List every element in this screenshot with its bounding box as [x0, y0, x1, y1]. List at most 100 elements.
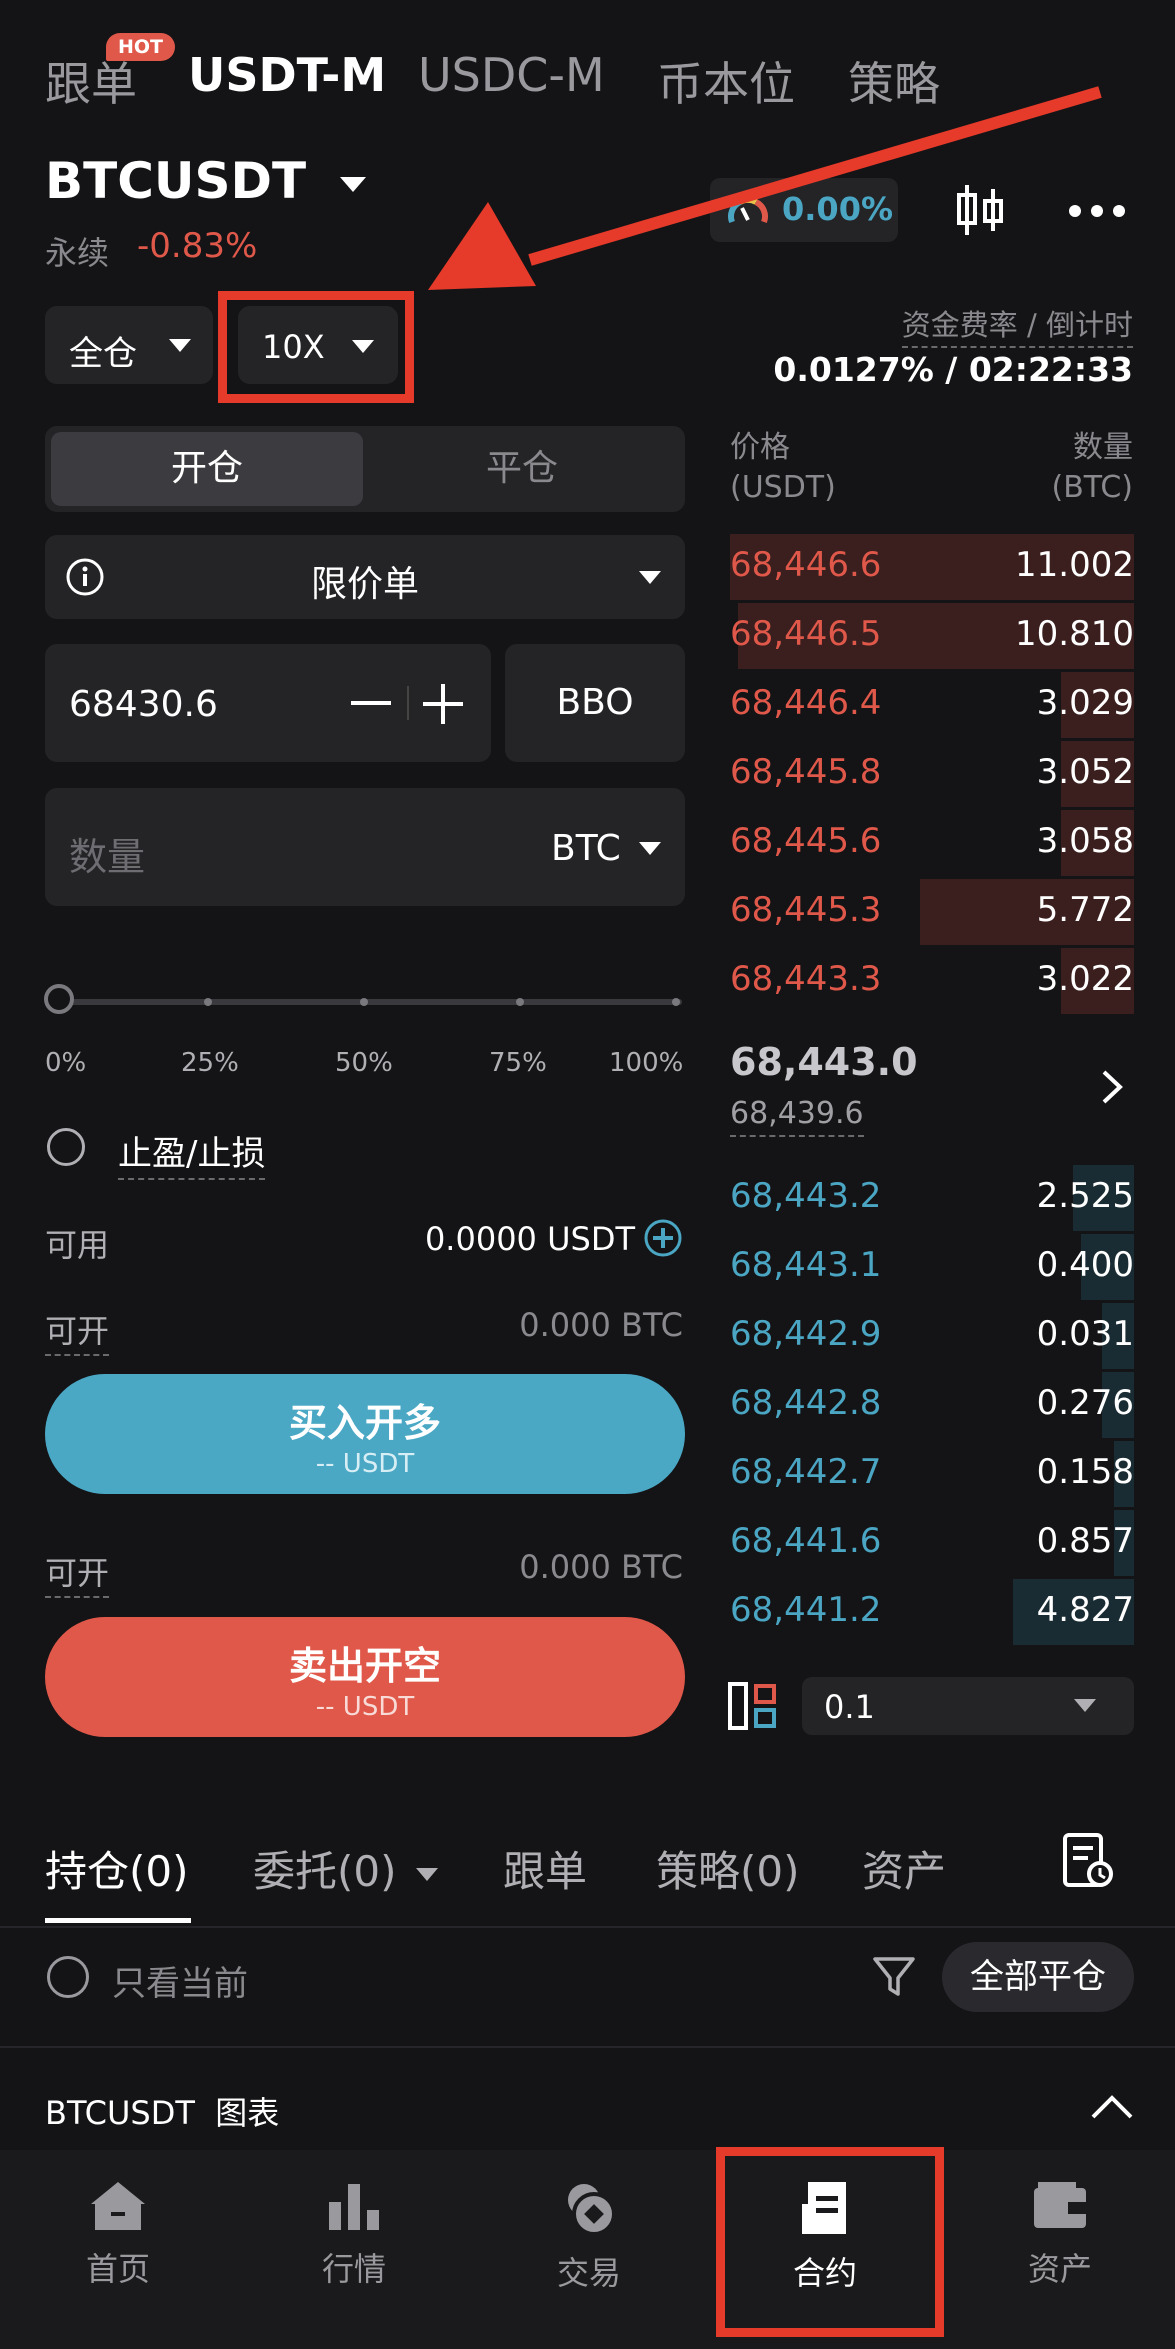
- bbo-button[interactable]: BBO: [505, 644, 685, 762]
- tab-open[interactable]: 开仓: [51, 432, 363, 506]
- minus-icon[interactable]: [351, 701, 391, 705]
- buy-long-button[interactable]: 买入开多 -- USDT: [45, 1374, 685, 1494]
- slider-mark-25[interactable]: 25%: [181, 1048, 239, 1078]
- active-tab-indicator: [45, 1918, 191, 1923]
- chart-link[interactable]: BTCUSDT 图表: [45, 2088, 279, 2134]
- orderbook-qty-header: 数量 (BTC): [1051, 430, 1133, 505]
- home-icon: [91, 2182, 145, 2230]
- slider-mark-50[interactable]: 50%: [335, 1048, 393, 1078]
- nav-markets[interactable]: 行情: [264, 2180, 444, 2290]
- bid-row[interactable]: 68,441.6 0.857: [730, 1507, 1134, 1576]
- chevron-down-icon: [639, 571, 661, 584]
- ask-qty: 3.058: [1036, 821, 1134, 861]
- tpsl-label[interactable]: 止盈/止损: [118, 1126, 266, 1180]
- precision-selector[interactable]: 0.1: [802, 1677, 1134, 1735]
- openable-short-value: 0.000 BTC: [519, 1548, 683, 1586]
- ask-price: 68,445.6: [730, 821, 882, 861]
- bid-row[interactable]: 68,443.2 2.525: [730, 1162, 1134, 1231]
- sell-short-button[interactable]: 卖出开空 -- USDT: [45, 1617, 685, 1737]
- plus-icon[interactable]: [423, 684, 463, 724]
- order-history-icon[interactable]: [1062, 1832, 1114, 1890]
- bid-price: 68,442.7: [730, 1452, 882, 1492]
- bid-qty: 2.525: [1036, 1176, 1134, 1216]
- bid-qty: 0.276: [1036, 1383, 1134, 1423]
- only-current-checkbox[interactable]: [47, 1956, 89, 1998]
- transfer-add-icon[interactable]: [643, 1218, 683, 1258]
- ask-qty: 11.002: [1015, 545, 1134, 585]
- margin-mode-label: 全仓: [69, 334, 137, 374]
- tab-close[interactable]: 平仓: [365, 432, 679, 506]
- bid-price: 68,441.2: [730, 1590, 882, 1630]
- bid-row[interactable]: 68,442.7 0.158: [730, 1438, 1134, 1507]
- ask-row[interactable]: 68,446.6 11.002: [730, 531, 1134, 600]
- nav-assets[interactable]: 资产: [970, 2180, 1150, 2290]
- order-type-selector[interactable]: 限价单: [45, 535, 685, 619]
- mark-price[interactable]: 68,439.6: [730, 1096, 864, 1137]
- bid-qty: 0.400: [1036, 1245, 1134, 1285]
- openable-long-label[interactable]: 可开: [45, 1306, 110, 1356]
- trade-icon: [568, 2184, 616, 2236]
- tab-positions[interactable]: 持仓(0): [45, 1838, 189, 1899]
- bid-price: 68,443.1: [730, 1245, 882, 1285]
- tab-strategies[interactable]: 策略(0): [656, 1838, 800, 1899]
- ask-row[interactable]: 68,446.5 10.810: [730, 600, 1134, 669]
- last-price: 68,443.0: [730, 1040, 918, 1084]
- ask-qty: 3.052: [1036, 752, 1134, 792]
- funding-rate-value: 0.0127% / 02:22:33: [773, 350, 1133, 389]
- bid-price: 68,442.9: [730, 1314, 882, 1354]
- ask-price: 68,445.8: [730, 752, 882, 792]
- tab-assets[interactable]: 资产: [862, 1838, 946, 1899]
- hot-badge: HOT: [106, 33, 176, 61]
- ask-price: 68,445.3: [730, 890, 882, 930]
- quantity-placeholder: 数量: [69, 835, 146, 879]
- contract-type: 永续: [45, 234, 110, 272]
- bid-qty: 0.158: [1036, 1452, 1134, 1492]
- slider-mark-100[interactable]: 100%: [609, 1048, 683, 1078]
- quantity-slider-track[interactable]: [62, 999, 682, 1005]
- tab-usdt-m[interactable]: USDT-M: [188, 48, 386, 102]
- tab-copy[interactable]: 跟单: [503, 1838, 587, 1899]
- bid-row[interactable]: 68,442.8 0.276: [730, 1369, 1134, 1438]
- bid-row[interactable]: 68,441.2 4.827: [730, 1576, 1134, 1645]
- ask-price: 68,446.5: [730, 614, 882, 654]
- chevron-up-icon[interactable]: [1090, 2094, 1134, 2120]
- symbol-selector[interactable]: BTCUSDT: [45, 152, 366, 210]
- chevron-down-icon: [169, 339, 191, 352]
- tpsl-checkbox[interactable]: [47, 1128, 85, 1166]
- only-current-label: 只看当前: [112, 1964, 248, 2004]
- ask-row[interactable]: 68,445.8 3.052: [730, 738, 1134, 807]
- openable-short-label[interactable]: 可开: [45, 1548, 110, 1598]
- bid-qty: 0.031: [1036, 1314, 1134, 1354]
- nav-home[interactable]: 首页: [28, 2180, 208, 2290]
- chevron-right-icon[interactable]: [1100, 1068, 1124, 1106]
- bid-row[interactable]: 68,442.9 0.031: [730, 1300, 1134, 1369]
- close-all-button[interactable]: 全部平仓: [942, 1942, 1134, 2012]
- filter-icon[interactable]: [872, 1956, 916, 1998]
- ask-row[interactable]: 68,445.6 3.058: [730, 807, 1134, 876]
- ask-price: 68,443.3: [730, 959, 882, 999]
- ask-row[interactable]: 68,446.4 3.029: [730, 669, 1134, 738]
- slider-mark-75[interactable]: 75%: [489, 1048, 547, 1078]
- ask-row[interactable]: 68,445.3 5.772: [730, 876, 1134, 945]
- quantity-slider-thumb[interactable]: [44, 984, 74, 1014]
- bid-qty: 0.857: [1036, 1521, 1134, 1561]
- tab-open-orders[interactable]: 委托(0): [253, 1838, 438, 1899]
- ask-price: 68,446.6: [730, 545, 882, 585]
- openable-long-value: 0.000 BTC: [519, 1306, 683, 1344]
- open-close-toggle: 开仓 平仓: [45, 426, 685, 512]
- depth-layout-icon[interactable]: [728, 1682, 778, 1730]
- quantity-input[interactable]: 数量 BTC: [45, 788, 685, 906]
- futures-highlight-box: [716, 2147, 944, 2337]
- ask-qty: 10.810: [1015, 614, 1134, 654]
- ask-row[interactable]: 68,443.3 3.022: [730, 945, 1134, 1014]
- market-icon: [329, 2184, 379, 2230]
- quantity-unit-selector[interactable]: BTC: [551, 828, 621, 869]
- margin-mode-selector[interactable]: 全仓: [45, 306, 213, 384]
- funding-rate-label[interactable]: 资金费率 / 倒计时: [901, 302, 1133, 348]
- bid-qty: 4.827: [1036, 1590, 1134, 1630]
- wallet-icon: [1034, 2182, 1086, 2228]
- price-input[interactable]: 68430.6: [45, 644, 491, 762]
- bid-row[interactable]: 68,443.1 0.400: [730, 1231, 1134, 1300]
- nav-trade[interactable]: 交易: [499, 2180, 679, 2294]
- slider-mark-0[interactable]: 0%: [45, 1048, 86, 1078]
